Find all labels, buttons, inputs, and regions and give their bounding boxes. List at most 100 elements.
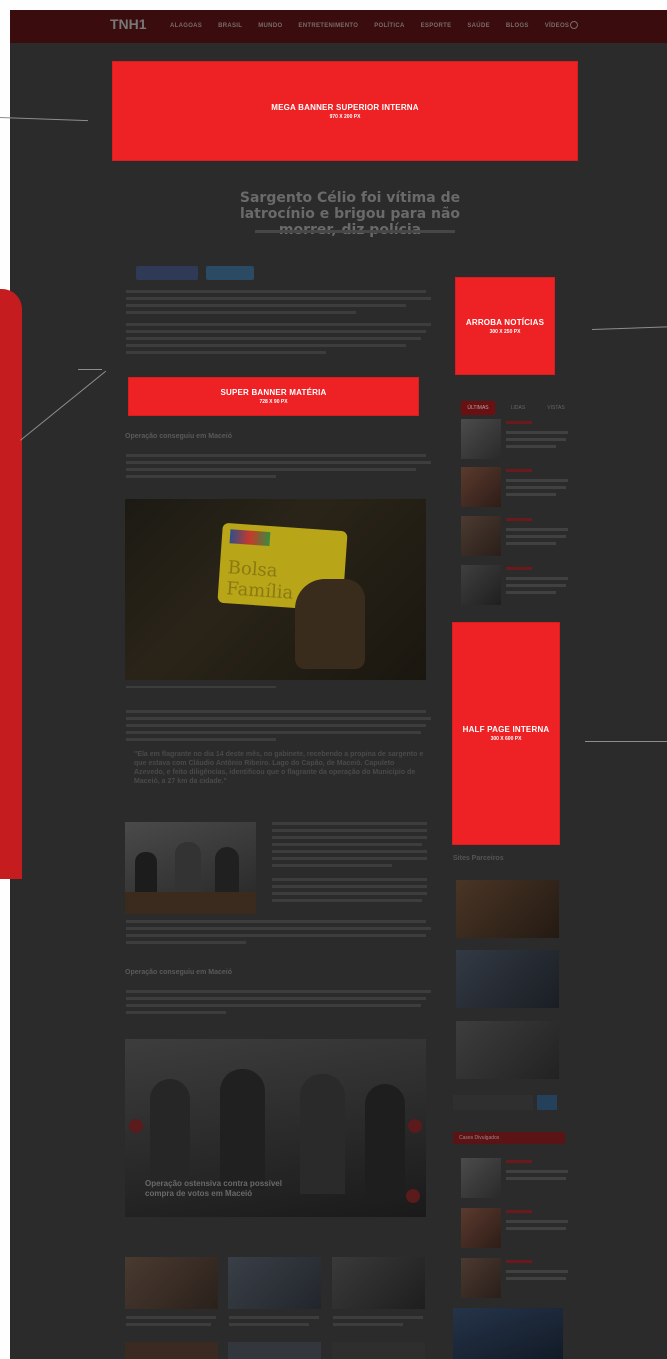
connector-line	[585, 741, 667, 742]
related-card-image[interactable]	[125, 1342, 218, 1359]
nav-item-politica[interactable]: POLÍTICA	[374, 23, 404, 29]
person-shape	[135, 852, 157, 892]
tab-read[interactable]: LIDAS	[501, 401, 535, 415]
text-line	[272, 822, 427, 825]
slider-caption: Operação ostensiva contra possível compr…	[145, 1179, 282, 1198]
site-logo[interactable]: TNH1	[110, 16, 147, 32]
article-quote: "Ela em flagrante no dia 14 deste mês, n…	[134, 750, 424, 786]
card-logo-icon	[229, 529, 271, 547]
tab-latest[interactable]: ÚLTIMAS	[461, 401, 495, 415]
super-banner-size: 728 X 90 PX	[259, 399, 288, 405]
text-line	[126, 475, 276, 478]
arroba-ad-size: 300 X 250 PX	[489, 328, 521, 335]
related-card-image[interactable]	[228, 1342, 321, 1359]
sidebar-list-item[interactable]	[461, 516, 573, 556]
nav-item-brasil[interactable]: BRASIL	[218, 23, 242, 29]
sidebar-list-item[interactable]	[461, 565, 573, 605]
text-line	[272, 864, 392, 867]
sidebar-thumb	[461, 565, 501, 605]
share-facebook-button[interactable]	[136, 266, 198, 280]
text-line	[126, 941, 246, 944]
text-line	[126, 351, 326, 354]
sidebar-list-item[interactable]	[461, 419, 573, 459]
sidebar-thumb	[461, 419, 501, 459]
sidebar-promo-image[interactable]	[453, 1308, 563, 1359]
nav-item-videos[interactable]: VÍDEOS	[545, 23, 569, 29]
text-line	[506, 1170, 568, 1173]
nav-item-saude[interactable]: SAÚDE	[467, 23, 490, 29]
text-line	[126, 710, 426, 713]
text-line	[126, 290, 426, 293]
hand-shape	[295, 579, 365, 669]
partner-card[interactable]	[456, 1021, 559, 1079]
sidebar-category	[506, 567, 532, 570]
nav-item-alagoas[interactable]: ALAGOAS	[170, 23, 202, 29]
text-line	[506, 1177, 566, 1180]
text-line	[126, 927, 431, 930]
half-page-ad[interactable]: HALF PAGE INTERNA 300 X 600 PX	[453, 623, 559, 844]
share-twitter-button[interactable]	[206, 266, 254, 280]
nav-item-blogs[interactable]: BLOGS	[506, 23, 529, 29]
text-line	[506, 1227, 566, 1230]
sidebar-category	[506, 1160, 532, 1163]
page-overlay: TNH1 ALAGOAS BRASIL MUNDO ENTRETENIMENTO…	[10, 10, 667, 1359]
mega-banner-title: MEGA BANNER SUPERIOR INTERNA	[271, 102, 419, 112]
sidebar-category	[506, 421, 532, 424]
text-line	[126, 997, 426, 1000]
text-line	[126, 934, 426, 937]
text-line	[272, 899, 422, 902]
text-line	[126, 717, 431, 720]
text-line	[506, 479, 568, 482]
text-line	[126, 1011, 226, 1014]
sidebar-list-item[interactable]	[461, 1258, 573, 1298]
nav-item-mundo[interactable]: MUNDO	[258, 23, 282, 29]
text-line	[126, 344, 406, 347]
slider-next-button[interactable]	[408, 1119, 422, 1133]
sidebar-category	[506, 1210, 532, 1213]
related-card-image[interactable]	[125, 1257, 218, 1309]
newsletter-input[interactable]	[453, 1095, 533, 1110]
text-line	[126, 990, 431, 993]
partner-card[interactable]	[456, 950, 559, 1008]
arroba-noticias-ad[interactable]: ARROBA NOTÍCIAS 300 X 250 PX	[456, 278, 554, 374]
nav-item-entretenimento[interactable]: ENTRETENIMENTO	[298, 23, 358, 29]
sidebar-thumb	[461, 467, 501, 507]
tab-viewed[interactable]: VISTAS	[539, 401, 573, 415]
super-banner-ad[interactable]: SUPER BANNER MATÉRIA 728 X 90 PX	[129, 378, 418, 415]
sidebar-list-item[interactable]	[461, 1158, 573, 1198]
half-page-ad-size: 300 X 600 PX	[490, 736, 522, 742]
text-line	[126, 323, 431, 326]
text-line	[126, 297, 431, 300]
partner-card[interactable]	[456, 880, 559, 938]
text-line	[506, 591, 556, 594]
text-line	[126, 1323, 211, 1326]
mega-banner-ad[interactable]: MEGA BANNER SUPERIOR INTERNA 970 X 200 P…	[113, 62, 577, 160]
partners-heading: Sites Parceiros	[453, 855, 504, 862]
sidebar-list-item[interactable]	[461, 1208, 573, 1248]
nav-item-esporte[interactable]: ESPORTE	[421, 23, 452, 29]
related-card-image[interactable]	[228, 1257, 321, 1309]
text-line	[506, 542, 556, 545]
slider-prev-button[interactable]	[129, 1119, 143, 1133]
arroba-ad-title: ARROBA NOTÍCIAS	[465, 317, 545, 327]
section-heading: Operação conseguiu em Maceió	[125, 433, 232, 440]
gallery-slider[interactable]: Operação ostensiva contra possível compr…	[125, 1039, 426, 1217]
text-line	[272, 878, 427, 881]
sidebar-tabs: ÚLTIMAS LIDAS VISTAS	[461, 401, 573, 415]
related-card-image[interactable]	[332, 1342, 425, 1359]
text-line	[506, 438, 566, 441]
article-photo: Bolsa Família	[125, 499, 426, 680]
newsletter-submit-button[interactable]	[537, 1095, 557, 1110]
text-line	[126, 1316, 216, 1319]
slider-counter	[406, 1189, 420, 1203]
text-line	[126, 304, 406, 307]
text-line	[126, 311, 356, 314]
search-icon[interactable]	[570, 21, 578, 29]
person-shape	[365, 1084, 405, 1194]
top-navigation: TNH1 ALAGOAS BRASIL MUNDO ENTRETENIMENTO…	[10, 10, 667, 43]
table-shape	[125, 892, 256, 914]
sidebar-list-item[interactable]	[461, 467, 573, 507]
related-card-image[interactable]	[332, 1257, 425, 1309]
sidebar-thumb	[461, 516, 501, 556]
widget-heading: Cases Divulgados	[453, 1132, 565, 1144]
